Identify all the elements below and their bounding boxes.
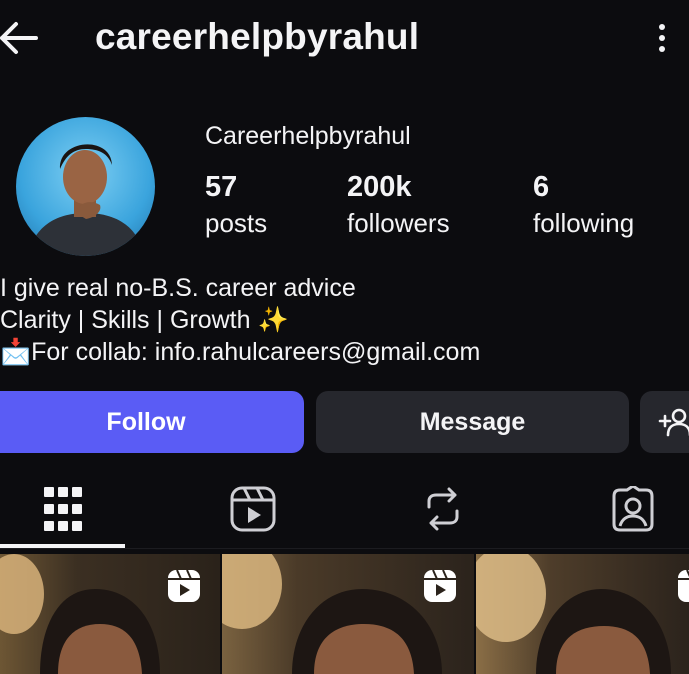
tab-reels[interactable] [190, 470, 315, 548]
posts-grid [0, 554, 689, 674]
stat-posts[interactable]: 57 posts [205, 170, 267, 238]
posts-count: 57 [205, 171, 238, 203]
grid-post[interactable] [222, 554, 474, 674]
more-options-icon[interactable] [650, 20, 674, 56]
profile-tabs [0, 470, 689, 548]
tagged-icon [612, 486, 653, 532]
add-person-icon [658, 408, 689, 437]
back-arrow-icon[interactable] [0, 18, 40, 58]
following-count: 6 [533, 171, 550, 203]
profile-bio: I give real no-B.S. career advice Clarit… [0, 272, 480, 368]
bio-line: Clarity | Skills | Growth ✨ [0, 306, 289, 334]
menu-dot [659, 24, 665, 30]
grid-icon [43, 487, 82, 531]
tab-posts-grid[interactable] [0, 470, 125, 548]
suggested-accounts-button[interactable] [640, 391, 689, 453]
reposts-icon [427, 487, 458, 531]
profile-username: careerhelpbyrahul [95, 16, 420, 57]
follow-button[interactable]: Follow [0, 391, 304, 453]
followers-label: followers [347, 208, 450, 238]
bio-line: I give real no-B.S. career advice [0, 274, 356, 302]
reels-icon [230, 486, 275, 532]
grid-post[interactable] [476, 554, 689, 674]
post-thumbnail [476, 554, 671, 674]
stat-followers[interactable]: 200k followers [347, 170, 450, 238]
reel-icon [168, 569, 200, 602]
display-name: Careerhelpbyrahul [205, 122, 411, 150]
menu-dot [659, 35, 665, 41]
profile-avatar[interactable] [16, 117, 155, 256]
top-bar: careerhelpbyrahul [0, 0, 689, 78]
tab-tagged[interactable] [570, 470, 689, 548]
reel-icon [424, 569, 456, 602]
menu-dot [659, 46, 665, 52]
posts-label: posts [205, 208, 268, 238]
followers-count: 200k [347, 171, 412, 203]
message-button[interactable]: Message [316, 391, 629, 453]
grid-post[interactable] [0, 554, 220, 674]
tab-reposts[interactable] [380, 470, 505, 548]
reel-icon [678, 569, 689, 602]
bio-line-email[interactable]: 📩For collab: info.rahulcareers@gmail.com [0, 336, 480, 368]
stat-following[interactable]: 6 following [533, 170, 634, 238]
tab-divider [0, 548, 689, 549]
following-label: following [533, 208, 635, 238]
